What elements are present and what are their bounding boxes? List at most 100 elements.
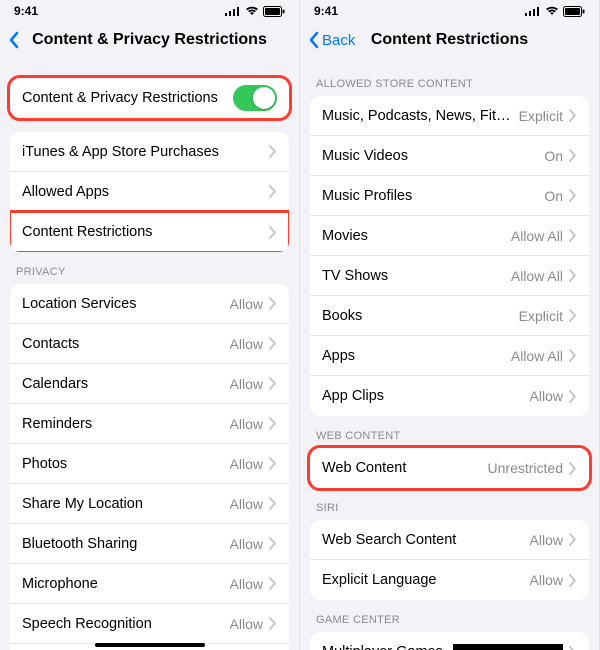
scroll-right[interactable]: ALLOWED STORE CONTENT Music, Podcasts, N… [300, 60, 599, 650]
nav-card: iTunes & App Store Purchases Allowed App… [10, 132, 289, 252]
allowed-header: ALLOWED STORE CONTENT [310, 78, 589, 96]
back-button-left[interactable] [8, 31, 22, 49]
privacy-row[interactable]: Location ServicesAllow [10, 284, 289, 324]
row-label: Content Restrictions [22, 224, 263, 240]
row-label: Books [322, 308, 511, 324]
privacy-row[interactable]: Share My Location Allow [10, 484, 289, 524]
chevron-right-icon [269, 297, 277, 310]
chevron-right-icon [269, 377, 277, 390]
row-label: Share My Location [22, 496, 222, 512]
row-detail: On [544, 148, 563, 164]
chevron-right-icon [569, 390, 577, 403]
row-label: Microphone [22, 576, 222, 592]
privacy-row[interactable]: Reminders Allow [10, 404, 289, 444]
toggle-switch[interactable] [233, 85, 277, 111]
row-label: Reminders [22, 416, 222, 432]
itunes-row[interactable]: iTunes & App Store Purchases [10, 132, 289, 172]
nav-bar-right: Back Content Restrictions [300, 20, 599, 60]
row-label: Explicit Language [322, 572, 522, 588]
content-restrictions-row[interactable]: Content Restrictions [10, 212, 289, 252]
privacy-header: PRIVACY [10, 266, 289, 284]
gamecenter-header: GAME CENTER [310, 614, 589, 632]
battery-icon [263, 6, 285, 17]
nav-title-right: Content Restrictions [371, 31, 528, 49]
webcontent-header: WEB CONTENT [310, 430, 589, 448]
row-detail: Allow [530, 388, 563, 404]
chevron-right-icon [269, 617, 277, 630]
row-detail: Allow [230, 496, 263, 512]
row-label: Multiplayer Games [322, 644, 445, 650]
row-label: TV Shows [322, 268, 503, 284]
row-detail: Allow [230, 616, 263, 632]
row-label: Web Content [322, 460, 480, 476]
allowed-store-row[interactable]: Music Videos On [310, 136, 589, 176]
wifi-icon [245, 6, 259, 16]
row-detail: Allow All [511, 348, 563, 364]
allowed-store-row[interactable]: Movies Allow All [310, 216, 589, 256]
privacy-row[interactable]: PhotosAllow [10, 444, 289, 484]
row-label: Web Search Content [322, 532, 522, 548]
chevron-right-icon [269, 457, 277, 470]
allowed-store-row[interactable]: App Clips Allow [310, 376, 589, 416]
chevron-right-icon [569, 646, 577, 650]
row-detail: Allow All [511, 228, 563, 244]
back-label: Back [322, 32, 355, 49]
chevron-right-icon [269, 417, 277, 430]
home-indicator [95, 643, 205, 647]
row-detail: Allow [230, 376, 263, 392]
chevron-right-icon [569, 533, 577, 546]
row-detail: Unrestricted [488, 460, 563, 476]
chevron-right-icon [269, 537, 277, 550]
row-detail: Allow [230, 536, 263, 552]
row-label: Movies [322, 228, 503, 244]
row-detail: Explicit [519, 108, 563, 124]
row-label: App Clips [322, 388, 522, 404]
allowed-store-row[interactable]: TV ShowsAllow All [310, 256, 589, 296]
allowed-store-row[interactable]: Music ProfilesOn [310, 176, 589, 216]
siri-card: Web Search ContentAllowExplicit Language… [310, 520, 589, 600]
scroll-left[interactable]: Content & Privacy Restrictions iTunes & … [0, 60, 299, 650]
privacy-row[interactable]: Microphone Allow [10, 564, 289, 604]
chevron-right-icon [269, 185, 277, 198]
cellular-icon [525, 6, 541, 16]
siri-row[interactable]: Web Search Content Allow [310, 520, 589, 560]
chevron-right-icon [569, 462, 577, 475]
siri-row[interactable]: Explicit Language Allow [310, 560, 589, 600]
back-button-right[interactable]: Back [308, 31, 355, 49]
privacy-row[interactable]: Speech RecognitionAllow [10, 604, 289, 644]
web-content-row[interactable]: Web Content Unrestricted [310, 448, 589, 488]
row-detail: Allow [530, 532, 563, 548]
row-detail: Allow [230, 456, 263, 472]
allowed-store-row[interactable]: Music, Podcasts, News, Fitness Explicit [310, 96, 589, 136]
row-detail: Allow [230, 336, 263, 352]
gamecenter-card: Multiplayer Games Allow with Everyone [310, 632, 589, 650]
privacy-row[interactable]: Calendars Allow [10, 364, 289, 404]
allowed-apps-row[interactable]: Allowed Apps [10, 172, 289, 212]
status-time: 9:41 [14, 4, 38, 18]
wifi-icon [545, 6, 559, 16]
chevron-right-icon [569, 309, 577, 322]
allowed-store-row[interactable]: AppsAllow All [310, 336, 589, 376]
row-label: Contacts [22, 336, 222, 352]
status-time: 9:41 [314, 4, 338, 18]
row-label: Location Services [22, 296, 222, 312]
content-privacy-toggle-row[interactable]: Content & Privacy Restrictions [10, 78, 289, 118]
row-label: iTunes & App Store Purchases [22, 144, 263, 160]
row-detail: Allow [230, 416, 263, 432]
chevron-right-icon [269, 577, 277, 590]
webcontent-card: Web Content Unrestricted [310, 448, 589, 488]
row-detail: Allow [230, 576, 263, 592]
screen-left: 9:41 Content & Privacy Restrictions Cont… [0, 0, 300, 650]
allowed-store-row[interactable]: BooksExplicit [310, 296, 589, 336]
privacy-row[interactable]: Bluetooth Sharing Allow [10, 524, 289, 564]
row-label: Bluetooth Sharing [22, 536, 222, 552]
row-detail: Allow [530, 572, 563, 588]
row-label: Music Videos [322, 148, 536, 164]
row-label: Music, Podcasts, News, Fitness [322, 108, 511, 124]
status-right [225, 6, 285, 17]
chevron-right-icon [269, 145, 277, 158]
privacy-row[interactable]: Contacts Allow [10, 324, 289, 364]
toggle-label: Content & Privacy Restrictions [22, 90, 233, 106]
row-label: Calendars [22, 376, 222, 392]
multiplayer-games-row[interactable]: Multiplayer Games Allow with Everyone [310, 632, 589, 650]
